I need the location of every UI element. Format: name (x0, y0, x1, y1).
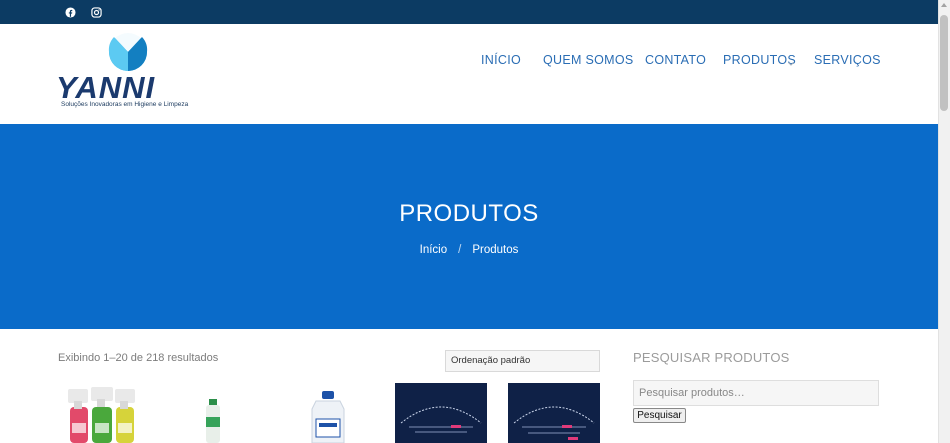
logo-subtitle: Soluções Inovadoras em Higiene e Limpeza (61, 101, 189, 108)
top-bar (0, 0, 938, 24)
search-button[interactable]: Pesquisar (633, 408, 686, 423)
page-title: PRODUTOS (399, 200, 539, 227)
product-search-input[interactable]: Pesquisar produtos… (633, 380, 879, 406)
product-thumbnail[interactable] (64, 383, 142, 443)
scrollbar-thumb[interactable] (940, 15, 948, 111)
page-hero: PRODUTOS Início / Produtos (0, 124, 938, 329)
breadcrumb: Início / Produtos (0, 244, 938, 256)
results-count: Exibindo 1–20 de 218 resultados (58, 352, 219, 364)
sidebar-search-title: PESQUISAR PRODUTOS (633, 350, 790, 365)
nav-item-quem-somos[interactable]: QUEM SOMOS (543, 53, 634, 67)
nav-item-inicio[interactable]: INÍCIO (481, 53, 521, 67)
scroll-up-arrow-icon[interactable] (941, 3, 947, 7)
nav-item-servicos[interactable]: SERVIÇOS (814, 53, 881, 67)
instagram-icon[interactable] (89, 5, 103, 19)
breadcrumb-home-link[interactable]: Início (420, 244, 448, 256)
product-thumbnail[interactable] (198, 383, 228, 443)
product-thumbnail[interactable] (508, 383, 600, 443)
logo-wordmark: YANNI (56, 70, 156, 105)
nav-item-produtos[interactable]: PRODUTOS (723, 53, 796, 67)
product-thumbnail[interactable] (306, 383, 350, 443)
breadcrumb-current: Produtos (472, 244, 519, 256)
breadcrumb-separator: / (458, 244, 462, 256)
nav-item-contato[interactable]: CONTATO (645, 53, 706, 67)
site-header: YANNI Soluções Inovadoras em Higiene e L… (0, 24, 938, 124)
chevron-down-icon[interactable] (787, 55, 795, 66)
product-thumbnail[interactable] (395, 383, 487, 443)
sort-select[interactable]: Ordenação padrão (445, 350, 600, 372)
facebook-icon[interactable] (63, 5, 77, 19)
